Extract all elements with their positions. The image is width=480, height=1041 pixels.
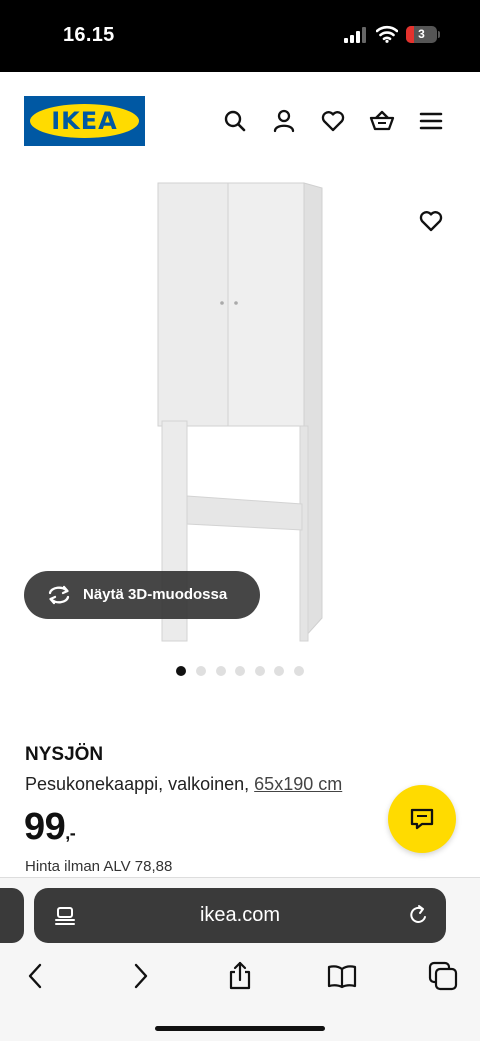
price-suffix: ,-	[65, 823, 76, 843]
back-icon[interactable]	[21, 961, 51, 991]
previous-tab-preview[interactable]	[0, 888, 24, 943]
ikea-logo[interactable]: IKEA	[24, 96, 145, 146]
browser-toolbar: ikea.com	[0, 877, 480, 1041]
carousel-dot[interactable]	[294, 666, 304, 676]
status-bar: 16.15 3	[0, 0, 480, 72]
carousel-dot[interactable]	[196, 666, 206, 676]
product-type: Pesukonekaappi, valkoinen,	[25, 774, 250, 794]
view-3d-button[interactable]: Näytä 3D-muodossa	[24, 571, 260, 619]
wifi-icon	[375, 25, 399, 43]
battery-icon: 3	[406, 26, 440, 43]
product-price: 99,-	[24, 806, 76, 849]
carousel-dot[interactable]	[255, 666, 265, 676]
heart-icon[interactable]	[320, 108, 346, 134]
forward-icon[interactable]	[125, 961, 155, 991]
image-carousel-dots	[176, 666, 316, 676]
rotate-3d-icon	[46, 584, 72, 606]
reload-icon[interactable]	[408, 904, 430, 926]
carousel-dot[interactable]	[176, 666, 186, 676]
basket-icon[interactable]	[369, 108, 395, 134]
bookmarks-icon[interactable]	[327, 961, 357, 991]
address-bar[interactable]: ikea.com	[34, 888, 446, 943]
product-name: NYSJÖN	[25, 744, 104, 765]
price-main: 99	[24, 806, 66, 848]
product-description: Pesukonekaappi, valkoinen, 65x190 cm	[25, 774, 342, 795]
home-indicator	[155, 1026, 325, 1031]
cellular-signal-icon	[344, 27, 368, 43]
carousel-dot[interactable]	[274, 666, 284, 676]
battery-level: 3	[418, 27, 425, 41]
tabs-icon[interactable]	[428, 961, 458, 991]
chat-icon	[410, 808, 434, 830]
add-to-wishlist-icon[interactable]	[418, 208, 444, 234]
carousel-dot[interactable]	[235, 666, 245, 676]
price-without-vat: Hinta ilman ALV 78,88	[25, 858, 173, 875]
status-time: 16.15	[63, 24, 115, 46]
logo-text: IKEA	[51, 107, 118, 135]
menu-icon[interactable]	[418, 108, 444, 134]
carousel-dot[interactable]	[216, 666, 226, 676]
product-size-link[interactable]: 65x190 cm	[254, 774, 342, 794]
url-text: ikea.com	[199, 904, 281, 926]
user-icon[interactable]	[271, 108, 297, 134]
search-icon[interactable]	[222, 108, 248, 134]
share-icon[interactable]	[225, 961, 255, 991]
view-3d-label: Näytä 3D-muodossa	[83, 586, 228, 603]
chat-button[interactable]	[388, 785, 456, 853]
